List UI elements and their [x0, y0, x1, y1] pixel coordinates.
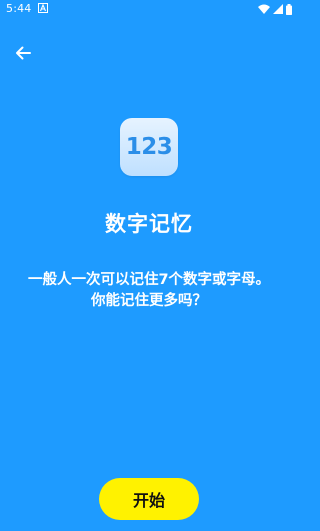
- number-memory-icon: 123: [120, 118, 178, 176]
- status-time: 5:44: [6, 2, 32, 15]
- start-button-label: 开始: [132, 491, 165, 510]
- start-button[interactable]: 开始: [99, 478, 199, 520]
- status-bar: 5:44: [0, 0, 298, 18]
- icon-text: 123: [125, 134, 173, 160]
- description: 一般人一次可以记住7个数字或字母。 你能记住更多吗？: [14, 270, 284, 312]
- status-icons: [258, 3, 292, 15]
- description-line-1: 一般人一次可以记住7个数字或字母。: [27, 272, 271, 288]
- back-button[interactable]: [10, 40, 36, 66]
- description-line-2: 你能记住更多吗？: [91, 293, 207, 309]
- signal-icon: [273, 4, 283, 14]
- wifi-icon: [258, 4, 270, 14]
- arrow-left-icon: [16, 46, 31, 60]
- battery-icon: [286, 3, 292, 15]
- page-title: 数字记忆: [105, 212, 193, 236]
- a-letter-icon: [38, 3, 48, 13]
